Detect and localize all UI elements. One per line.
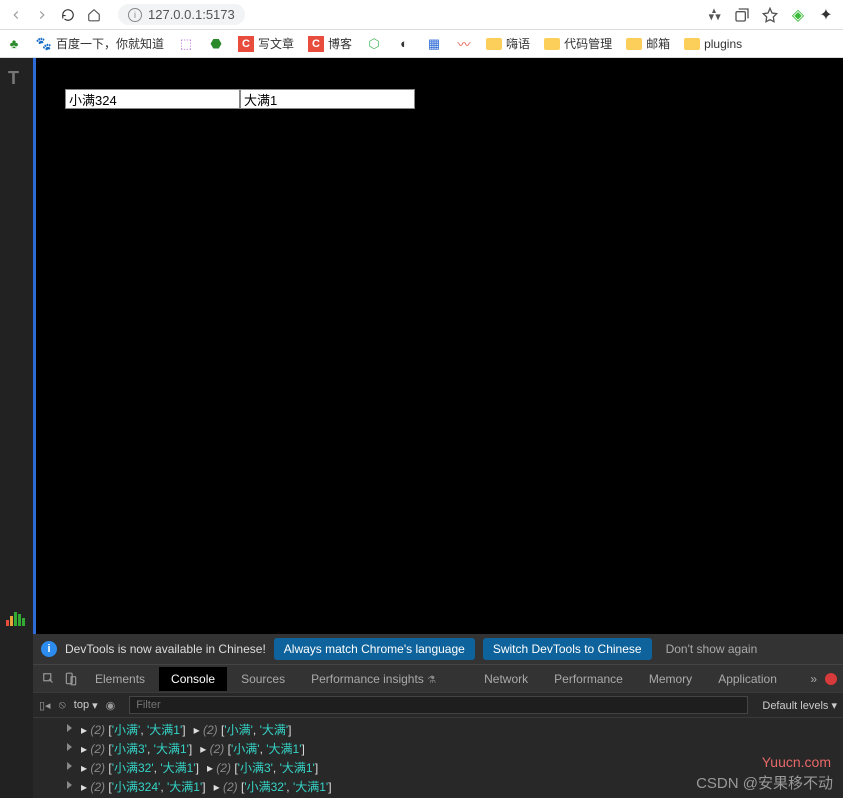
console-log-line[interactable]: ▸ (2) ['小满', '大满1']▸ (2) ['小满', '大满'] xyxy=(33,720,843,739)
tab-console[interactable]: Console xyxy=(159,667,227,691)
bookmark-folder-plugins[interactable]: plugins xyxy=(684,37,742,51)
devtools-tabs: Elements Console Sources Performance ins… xyxy=(33,664,843,692)
levels-selector[interactable]: Default levels ▾ xyxy=(762,699,837,712)
tab-perf-insights[interactable]: Performance insights ⚗ xyxy=(299,667,448,691)
extension-icon[interactable]: ✦ xyxy=(817,6,835,24)
site-info-icon[interactable]: i xyxy=(128,8,142,22)
star-icon[interactable] xyxy=(761,6,779,24)
address-bar[interactable]: i 127.0.0.1:5173 xyxy=(118,4,245,25)
tab-memory[interactable]: Memory xyxy=(637,667,704,691)
beaker-icon: ⚗ xyxy=(427,675,436,686)
context-selector[interactable]: top ▾ xyxy=(74,699,98,712)
switch-chinese-button[interactable]: Switch DevTools to Chinese xyxy=(483,638,652,660)
tab-network[interactable]: Network xyxy=(472,667,540,691)
dismiss-link[interactable]: Don't show again xyxy=(666,642,758,656)
bookmarks-bar: ♣ 🐾百度一下，你就知道 ⬚ ⬣ C写文章 C博客 ⬡ ◐ ▦ 〰 嗨语 代码管… xyxy=(0,30,843,58)
left-sidebar: T xyxy=(0,58,33,634)
tool-icon[interactable]: T xyxy=(8,68,19,89)
folder-icon xyxy=(544,38,560,50)
console-log-line[interactable]: ▸ (2) ['小满32', '大满1']▸ (2) ['小满3', '大满1'… xyxy=(33,758,843,777)
left-sidebar-lower xyxy=(0,634,33,798)
chevron-down-icon: ▾ xyxy=(92,699,98,712)
shield-icon[interactable]: ◈ xyxy=(789,6,807,24)
more-tabs-icon[interactable]: » xyxy=(804,672,823,686)
forward-icon[interactable] xyxy=(34,7,50,23)
input-1[interactable] xyxy=(65,89,240,109)
console-output: ▸ (2) ['小满', '大满1']▸ (2) ['小满', '大满']▸ (… xyxy=(33,718,843,798)
bookmark-folder-mail[interactable]: 邮箱 xyxy=(626,35,670,52)
clear-console-icon[interactable]: ⦸ xyxy=(59,699,66,712)
match-language-button[interactable]: Always match Chrome's language xyxy=(274,638,475,660)
translate-icon[interactable] xyxy=(705,6,723,24)
browser-toolbar: i 127.0.0.1:5173 ◈ ✦ xyxy=(0,0,843,30)
bookmark-write[interactable]: C写文章 xyxy=(238,35,294,52)
inspect-icon[interactable] xyxy=(39,669,59,689)
bookmark-clover[interactable]: ♣ xyxy=(6,36,22,52)
bookmark-item[interactable]: ⬡ xyxy=(366,36,382,52)
filter-input[interactable] xyxy=(129,696,748,714)
error-badge[interactable] xyxy=(825,673,837,685)
console-toolbar: ▯◂ ⦸ top ▾ ◉ Default levels ▾ xyxy=(33,692,843,718)
bookmark-folder-hai[interactable]: 嗨语 xyxy=(486,35,530,52)
folder-icon xyxy=(684,38,700,50)
bookmark-item[interactable]: ⬚ xyxy=(178,36,194,52)
share-icon[interactable] xyxy=(733,6,751,24)
reload-icon[interactable] xyxy=(60,7,76,23)
info-icon: i xyxy=(41,641,57,657)
bookmark-blog[interactable]: C博客 xyxy=(308,35,352,52)
folder-icon xyxy=(486,38,502,50)
bookmark-baidu[interactable]: 🐾百度一下，你就知道 xyxy=(36,35,164,52)
inputs-row xyxy=(65,89,415,109)
banner-text: DevTools is now available in Chinese! xyxy=(65,642,266,656)
eq-icon xyxy=(6,612,25,626)
devtools-panel: i DevTools is now available in Chinese! … xyxy=(33,634,843,798)
input-2[interactable] xyxy=(240,89,415,109)
bookmark-item[interactable]: ◐ xyxy=(396,36,412,52)
tab-application[interactable]: Application xyxy=(706,667,789,691)
console-log-line[interactable]: ▸ (2) ['小满324', '大满1']▸ (2) ['小满32', '大满… xyxy=(33,777,843,796)
bookmark-item[interactable]: ⬣ xyxy=(208,36,224,52)
console-log-line[interactable]: ▸ (2) ['小满3', '大满1']▸ (2) ['小满', '大满1'] xyxy=(33,739,843,758)
devtools-language-banner: i DevTools is now available in Chinese! … xyxy=(33,634,843,664)
back-icon[interactable] xyxy=(8,7,24,23)
tab-performance[interactable]: Performance xyxy=(542,667,635,691)
folder-icon xyxy=(626,38,642,50)
tab-elements[interactable]: Elements xyxy=(83,667,157,691)
bookmark-item[interactable]: ▦ xyxy=(426,36,442,52)
page-viewport xyxy=(33,58,843,634)
home-icon[interactable] xyxy=(86,7,102,23)
tab-sources[interactable]: Sources xyxy=(229,667,297,691)
url-text: 127.0.0.1:5173 xyxy=(148,7,235,22)
device-icon[interactable] xyxy=(61,669,81,689)
bookmark-folder-code[interactable]: 代码管理 xyxy=(544,35,612,52)
bookmark-item[interactable]: 〰 xyxy=(456,36,472,52)
sidebar-toggle-icon[interactable]: ▯◂ xyxy=(39,699,51,712)
eye-icon[interactable]: ◉ xyxy=(106,699,116,712)
